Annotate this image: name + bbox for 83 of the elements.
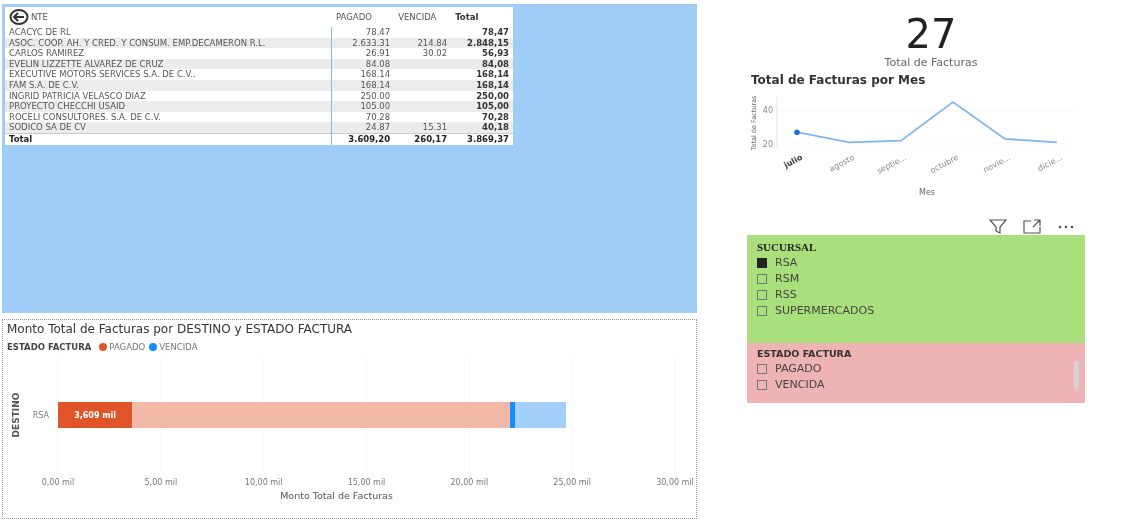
table-cell: 84.08 [332,58,395,70]
table-cell: ROCELI CONSULTORES. S.A. DE C.V. [4,111,332,123]
scrollbar[interactable] [1074,361,1079,389]
slicer-item[interactable]: PAGADO [775,362,822,375]
table-cell: EXECUTIVE MOTORS SERVICES S.A. DE C.V.. [4,69,332,80]
column-header[interactable]: PAGADO [332,6,395,27]
legend-dot [99,343,108,351]
column-header[interactable]: Total [451,6,514,27]
axis-title: Monto Total de Facturas [280,490,393,501]
data-label: 3,609 mil [74,411,117,420]
table-cell: ACACYC DE RL [4,27,332,38]
table-cell: 260,17 [394,133,452,146]
slicer-item[interactable]: VENCIDA [775,378,825,391]
table-cell: 2.633.31 [332,37,395,49]
table-cell: 168,14 [451,79,514,91]
table-cell: 84,08 [451,58,514,70]
table-cell: CARLOS RAMIREZ [4,48,332,59]
category-label: RSA [32,411,49,420]
table-cell: 105.00 [332,101,395,112]
slicer-item[interactable]: RSS [775,288,797,301]
checkbox[interactable] [757,379,767,390]
table-cell: 214.84 [394,37,452,49]
table-cell: 26.91 [332,48,395,59]
card-value: 27 [904,12,958,56]
tick-label: 0,00 mil [41,478,75,487]
tick-label: 40 [762,106,773,116]
checkbox[interactable] [757,257,767,268]
slicer-title: SUCURSAL [757,241,818,253]
table-cell: INGRID PATRICIA VELASCO DIAZ [4,90,332,102]
table-cell: FAM S.A. DE C.V. [4,79,332,91]
card-label: Total de Facturas [883,56,979,69]
bar-segment[interactable] [510,402,516,428]
tick-label: 5,00 mil [144,478,178,487]
slicer-title: ESTADO FACTURA [757,348,853,359]
table-cell: 168.14 [332,79,395,91]
table-cell: ASOC. COOP. AH. Y CRED. Y CONSUM. EMP.DECAMERON R.L. [4,37,332,49]
tick-label: 20 [762,139,773,149]
bar-segment[interactable] [58,402,133,428]
checkbox[interactable] [757,363,767,374]
checkbox[interactable] [757,273,767,284]
tick-label: 15,00 mil [347,478,386,487]
table-cell: 70,28 [451,111,514,123]
table-cell: 250,00 [451,90,514,102]
axis-title: Mes [919,188,935,197]
chart-title: Monto Total de Facturas por DESTINO y ESTADO FACTURA [7,322,354,336]
legend-dot [149,343,158,351]
table-cell: 56,93 [451,48,514,59]
tick-label: 30,00 mil [656,478,694,487]
tick-label: 10,00 mil [244,478,283,487]
legend-label[interactable]: PAGADO [109,342,146,352]
table-cell: 168,14 [451,69,514,80]
tick-label: 20,00 mil [450,478,489,487]
chart-title: Total de Facturas por Mes [751,73,927,87]
axis-title: DESTINO [11,392,21,438]
checkbox[interactable] [757,305,767,316]
table-cell: 105,00 [451,101,514,112]
filter-icon[interactable] [989,219,1007,234]
table-cell: 40,18 [451,122,514,134]
legend-title: ESTADO FACTURA [7,342,92,352]
data-point[interactable] [794,129,800,136]
table-cell: 78,47 [451,27,514,38]
slicer-item[interactable]: RSM [775,272,800,285]
checkbox[interactable] [757,289,767,300]
table-cell: Total [4,133,332,146]
column-header[interactable]: NTE [31,11,48,23]
table-cell: 78.47 [332,27,395,38]
table-cell: 2.848,15 [451,37,514,49]
table-cell: 24.87 [332,122,395,134]
table-cell: 3.869,37 [451,133,514,146]
focus-mode-icon[interactable] [1023,219,1041,234]
table-cell: 3.609,20 [332,133,395,146]
slicer-item[interactable]: SUPERMERCADOS [775,304,875,317]
table-cell: EVELIN LIZZETTE ALVAREZ DE CRUZ [4,58,332,70]
table-cell: PROYECTO CHECCHI USAID [4,101,332,112]
table-cell: SODICO SA DE CV [4,122,332,134]
column-header[interactable]: VENCIDA [394,6,452,27]
slicer-item[interactable]: RSA [775,256,798,269]
tick-label: dicie... [1036,152,1064,174]
table-cell: 30.02 [394,48,452,59]
tick-label: 25,00 mil [553,478,591,487]
table-cell: 168.14 [332,69,395,80]
legend-label[interactable]: VENCIDA [159,342,198,352]
table-cell: 15.31 [394,122,452,134]
